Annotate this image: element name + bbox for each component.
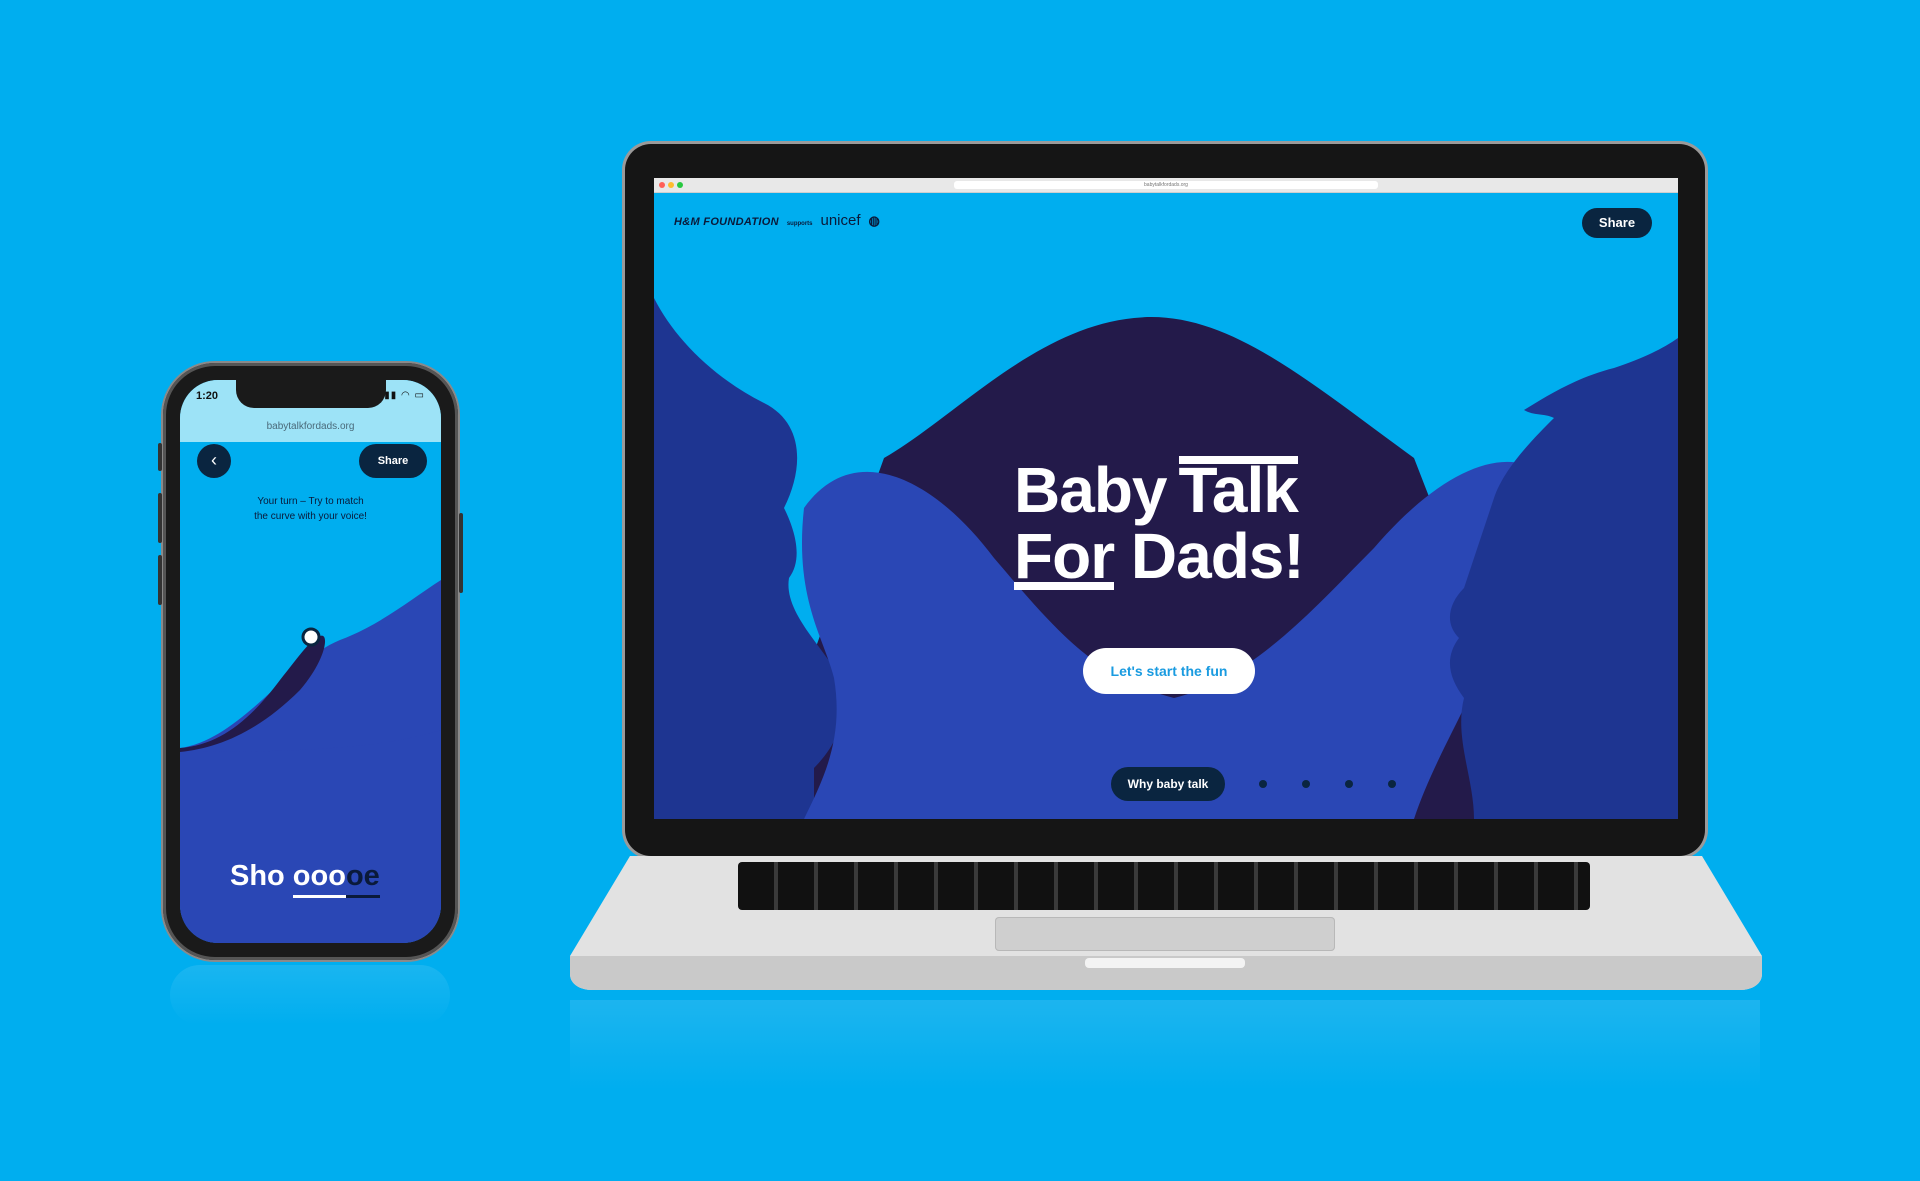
instruction-line-2: the curve with your voice! xyxy=(254,511,367,522)
instruction-text: Your turn – Try to match the curve with … xyxy=(210,494,411,524)
title-baby: Baby xyxy=(1014,454,1167,526)
phone-share-button[interactable]: Share xyxy=(359,444,427,478)
phone-reflection xyxy=(170,965,450,1025)
phone-screen: 1:20 ▮▮▮ ◠ ▭ babytalkfordads.org ‹ Share… xyxy=(180,380,441,943)
brand-lockup: H&M FOUNDATION supports unicef ◍ xyxy=(674,212,880,229)
unicef-logo: unicef xyxy=(820,212,861,229)
title-dads: Dads! xyxy=(1130,520,1305,592)
laptop-trackpad xyxy=(995,917,1335,951)
phone-url-bar[interactable]: babytalkfordads.org xyxy=(180,418,441,442)
share-button[interactable]: Share xyxy=(1582,208,1652,238)
supports-label: supports xyxy=(786,221,813,227)
pagination-dot[interactable] xyxy=(1345,780,1353,788)
phone-volume-down xyxy=(158,555,162,605)
pagination-dot[interactable] xyxy=(1388,780,1396,788)
why-baby-talk-button[interactable]: Why baby talk xyxy=(1111,767,1225,801)
pagination-dot[interactable] xyxy=(1259,780,1267,788)
phone-volume-up xyxy=(158,493,162,543)
laptop-reflection xyxy=(570,1000,1760,1090)
phone-notch xyxy=(236,380,386,408)
title-talk: Talk xyxy=(1178,454,1299,526)
word-vowels-rest: oe xyxy=(345,860,380,898)
start-button[interactable]: Let's start the fun xyxy=(1083,648,1255,694)
chevron-left-icon: ‹ xyxy=(211,450,217,470)
practice-word: Sho ooooe xyxy=(230,860,380,898)
phone-device: 1:20 ▮▮▮ ◠ ▭ babytalkfordads.org ‹ Share… xyxy=(158,363,463,960)
back-button[interactable]: ‹ xyxy=(197,444,231,478)
instruction-line-1: Your turn – Try to match xyxy=(257,496,364,507)
word-vowels-active: ooo xyxy=(292,860,346,898)
laptop-screen: babytalkfordads.org H&M FOUNDATION suppo… xyxy=(654,178,1678,819)
hm-foundation-logo: H&M FOUNDATION xyxy=(674,216,779,228)
status-time: 1:20 xyxy=(196,390,219,402)
pagination-dot[interactable] xyxy=(1302,780,1310,788)
title-for: For xyxy=(1014,520,1115,592)
phone-mute-switch xyxy=(158,443,162,471)
globe-icon: ◍ xyxy=(868,213,880,228)
laptop-keyboard xyxy=(738,862,1590,910)
page-title: Baby Talk For Dads! xyxy=(1014,454,1305,592)
phone-power-button xyxy=(459,513,463,593)
word-prefix: Sho xyxy=(230,860,285,892)
